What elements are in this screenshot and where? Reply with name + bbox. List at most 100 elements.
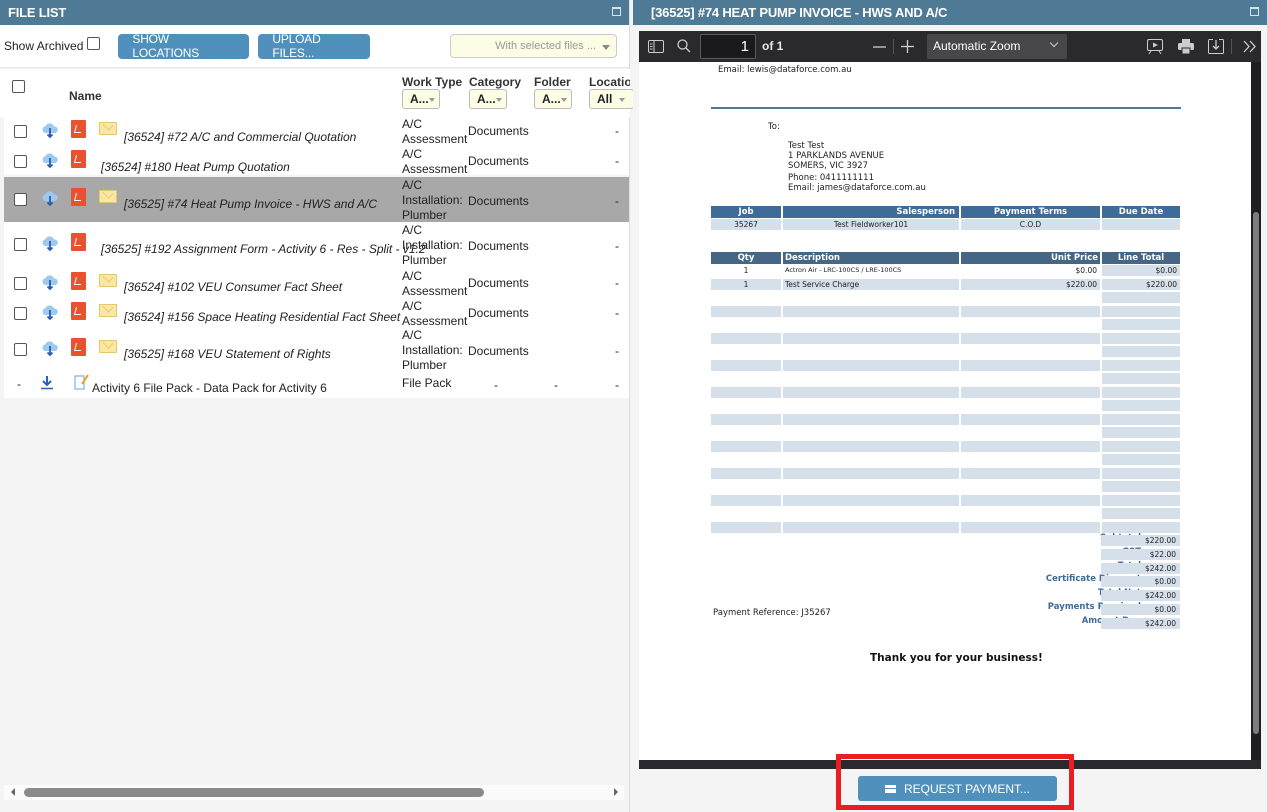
page-number-input[interactable]: 1: [700, 34, 756, 59]
row-checkbox[interactable]: [14, 125, 27, 138]
items-table-cell: $0.00: [961, 265, 1100, 276]
show-archived-label: Show Archived: [4, 39, 84, 53]
request-payment-button[interactable]: REQUEST PAYMENT...: [858, 776, 1057, 801]
cloud-download-icon[interactable]: [41, 305, 59, 321]
toolbar-divider: [1231, 39, 1232, 54]
filter-folder[interactable]: A...: [534, 89, 572, 109]
row-checkbox[interactable]: [14, 343, 27, 356]
more-tools-icon[interactable]: [1243, 40, 1257, 53]
location: -: [615, 239, 619, 253]
job-table-header: Due Date: [1102, 206, 1180, 218]
file-row[interactable]: [36524] #72 A/C and Commercial Quotation…: [4, 115, 629, 146]
cloud-download-icon[interactable]: [41, 341, 59, 357]
email-icon[interactable]: [99, 304, 117, 317]
cloud-download-icon[interactable]: [41, 123, 59, 139]
work-type-line: Plumber: [402, 358, 447, 372]
column-location[interactable]: Location: [589, 75, 630, 89]
presentation-icon[interactable]: [1147, 39, 1163, 54]
filter-location[interactable]: All: [589, 89, 634, 109]
upload-files-button[interactable]: UPLOAD FILES...: [258, 32, 371, 60]
pdf-icon[interactable]: [71, 120, 86, 138]
column-work-type[interactable]: Work Type: [402, 75, 462, 89]
select-all-checkbox[interactable]: [12, 80, 25, 93]
items-table-empty-cell: [961, 440, 1100, 452]
category: Documents: [468, 154, 529, 168]
location: -: [615, 194, 619, 208]
pdf-icon[interactable]: [71, 188, 86, 206]
filter-category[interactable]: A...: [469, 89, 507, 109]
download-icon[interactable]: [40, 375, 54, 390]
scrollbar-thumb[interactable]: [1253, 212, 1259, 734]
file-row[interactable]: [36525] #168 VEU Statement of Rights A/C I…: [4, 327, 629, 372]
download-icon[interactable]: [1208, 39, 1224, 54]
scrollbar-thumb[interactable]: [24, 788, 484, 797]
print-icon[interactable]: [1178, 39, 1194, 54]
pdf-icon[interactable]: [71, 338, 86, 356]
email-icon[interactable]: [99, 340, 117, 353]
file-name[interactable]: [36525] #192 Assignment Form - Activity …: [101, 242, 426, 256]
email-icon[interactable]: [99, 274, 117, 287]
email-icon[interactable]: [99, 122, 117, 135]
category: Documents: [468, 194, 529, 208]
file-pack-work-type: File Pack: [402, 376, 452, 390]
cloud-download-icon[interactable]: [41, 153, 59, 169]
email-icon[interactable]: [99, 190, 117, 203]
file-name[interactable]: [36524] #180 Heat Pump Quotation: [101, 160, 290, 174]
row-checkbox[interactable]: [14, 277, 27, 290]
app-root: FILE LIST Show Archived SHOW LOCATIONS U…: [0, 0, 1267, 812]
with-selected-dropdown[interactable]: With selected files ...: [450, 34, 617, 58]
column-name[interactable]: Name: [69, 89, 102, 103]
to-address-line: Phone: 0411111111: [788, 173, 874, 183]
maximize-icon[interactable]: [612, 7, 621, 16]
file-row[interactable]: [36525] #74 Heat Pump Invoice - HWS and …: [4, 177, 629, 222]
items-table-empty-cell: [783, 521, 959, 533]
vertical-scrollbar[interactable]: [1251, 62, 1261, 760]
cloud-download-icon[interactable]: [41, 191, 59, 207]
column-category[interactable]: Category: [469, 75, 521, 89]
file-name[interactable]: [36524] #72 A/C and Commercial Quotation: [124, 130, 356, 144]
row-checkbox[interactable]: [14, 307, 27, 320]
search-icon[interactable]: [677, 39, 691, 53]
invoice-divider: [711, 107, 1181, 109]
file-name[interactable]: [36524] #156 Space Heating Residential F…: [124, 310, 400, 324]
preview-title: [36525] #74 HEAT PUMP INVOICE - HWS AND …: [651, 5, 948, 20]
items-table-empty-cell: [1102, 508, 1180, 519]
maximize-icon[interactable]: [1250, 7, 1259, 16]
file-row[interactable]: [36525] #192 Assignment Form - Activity …: [4, 222, 629, 267]
file-name[interactable]: [36525] #74 Heat Pump Invoice - HWS and …: [124, 197, 377, 211]
file-name[interactable]: [36525] #168 VEU Statement of Rights: [124, 347, 331, 361]
edit-document-icon[interactable]: [74, 373, 90, 391]
cloud-download-icon[interactable]: [41, 236, 59, 252]
pdf-icon[interactable]: [71, 150, 86, 168]
chevron-down-icon: [602, 45, 610, 50]
pdf-icon[interactable]: [71, 233, 86, 251]
file-row[interactable]: [36524] #180 Heat Pump Quotation A/C Asses…: [4, 145, 629, 176]
show-archived-checkbox[interactable]: [87, 36, 101, 50]
pdf-toolbar: 1 of 1 Automatic Zoom: [639, 31, 1261, 62]
zoom-in-icon[interactable]: [901, 40, 914, 53]
file-name[interactable]: [36524] #102 VEU Consumer Fact Sheet: [124, 280, 342, 294]
scroll-left-icon[interactable]: [11, 788, 15, 796]
items-table-empty-cell: [783, 440, 959, 452]
row-checkbox[interactable]: [14, 193, 27, 206]
file-pack-row[interactable]: - Activity 6 File Pack - Data Pack for A…: [4, 372, 629, 398]
filter-work-type[interactable]: A...: [402, 89, 440, 109]
filter-folder-value: A...: [542, 92, 561, 106]
row-checkbox[interactable]: [14, 155, 27, 168]
work-type-line: A/C: [402, 328, 423, 342]
zoom-select[interactable]: Automatic Zoom: [927, 34, 1067, 59]
column-folder[interactable]: Folder: [534, 75, 571, 89]
items-table-empty-cell: [711, 467, 781, 479]
zoom-out-icon[interactable]: [873, 46, 886, 48]
sidebar-toggle-icon[interactable]: [648, 40, 664, 53]
cloud-download-icon[interactable]: [41, 275, 59, 291]
horizontal-scrollbar[interactable]: [4, 785, 624, 800]
row-checkbox[interactable]: [14, 238, 27, 251]
file-row[interactable]: [36524] #102 VEU Consumer Fact Sheet A/C A…: [4, 267, 629, 298]
pdf-icon[interactable]: [71, 302, 86, 320]
file-row[interactable]: [36524] #156 Space Heating Residential F…: [4, 297, 629, 328]
show-locations-button[interactable]: SHOW LOCATIONS: [118, 32, 250, 60]
pdf-icon[interactable]: [71, 272, 86, 290]
file-pack-name[interactable]: Activity 6 File Pack - Data Pack for Act…: [92, 381, 327, 395]
scroll-right-icon[interactable]: [614, 788, 618, 796]
